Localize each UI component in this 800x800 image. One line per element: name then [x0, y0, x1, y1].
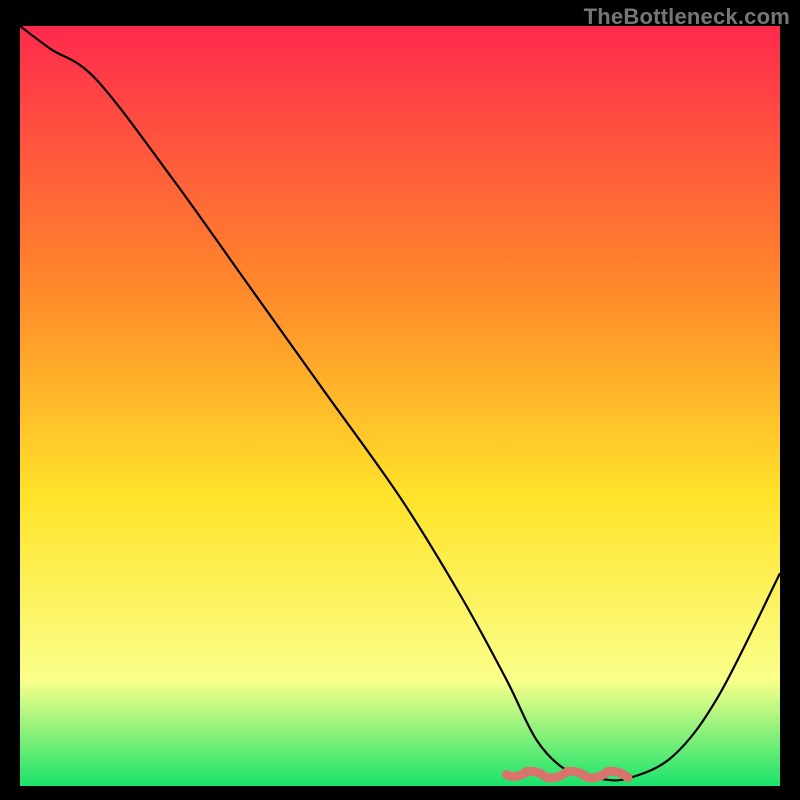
chart-plot-area	[20, 26, 780, 786]
gradient-background	[20, 26, 780, 786]
watermark-text: TheBottleneck.com	[584, 4, 790, 30]
chart-svg	[20, 26, 780, 786]
chart-frame: TheBottleneck.com	[0, 0, 800, 800]
